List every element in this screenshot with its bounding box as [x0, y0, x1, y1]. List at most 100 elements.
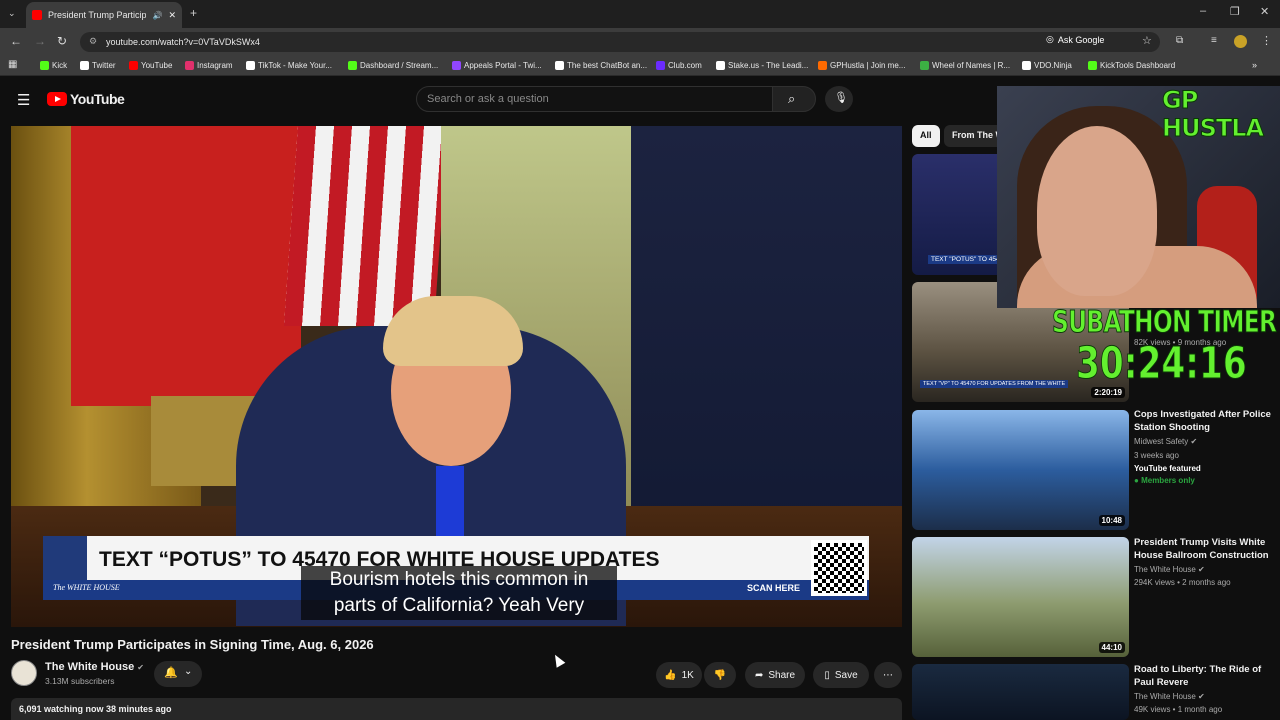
video-caption: Bourism hotels this common in parts of C…	[301, 566, 617, 620]
like-count: 1K	[681, 669, 694, 681]
chip-all[interactable]: All	[912, 125, 940, 147]
forward-arrow-icon[interactable]: →	[34, 34, 46, 48]
new-tab-button[interactable]: +	[190, 6, 197, 20]
bookmarks-overflow-icon[interactable]: »	[1252, 60, 1257, 70]
bookmark-item[interactable]: KickTools Dashboard	[1088, 61, 1175, 70]
bookmark-favicon-icon	[656, 61, 665, 70]
members-only-label: Members only	[1141, 476, 1195, 485]
bookmark-item[interactable]: Appeals Portal - Twi...	[452, 61, 542, 70]
bookmark-star-icon[interactable]: ☆	[1142, 34, 1152, 47]
recommended-channel[interactable]: The White House ✔	[1134, 692, 1205, 701]
profile-avatar[interactable]	[1234, 35, 1247, 48]
bookmark-label: VDO.Ninja	[1034, 61, 1072, 70]
thumbnail-banner-text: TEXT "VP" TO 45470 FOR UPDATES FROM THE …	[920, 380, 1069, 388]
channel-name-text: The White House	[45, 661, 135, 673]
subscriber-count: 3.13M subscribers	[45, 676, 115, 686]
extensions-puzzle-icon[interactable]: ⧉	[1176, 35, 1183, 46]
bookmark-item[interactable]: Club.com	[656, 61, 702, 70]
channel-name[interactable]: The White House ✔	[45, 661, 144, 673]
site-info-icon[interactable]: ⚙	[89, 36, 97, 47]
verified-icon: ✔	[1198, 565, 1205, 574]
bookmark-item[interactable]: YouTube	[129, 61, 172, 70]
recommended-title[interactable]: Cops Investigated After Police Station S…	[1134, 408, 1274, 434]
microphone-icon: 🎙	[834, 92, 848, 104]
window-close-button[interactable]: ✕	[1260, 5, 1269, 18]
bookmark-item[interactable]: Instagram	[185, 61, 233, 70]
address-bar[interactable]: ⚙ youtube.com/watch?v=0VTaVDkSWx4	[80, 32, 1160, 52]
bookmark-item[interactable]: VDO.Ninja	[1022, 61, 1072, 70]
bookmarks-bar: ▦ Kick Twitter YouTube Instagram TikTok …	[0, 56, 1280, 76]
bookmark-favicon-icon	[920, 61, 929, 70]
bookmark-item[interactable]: TikTok - Make Your...	[246, 61, 332, 70]
bell-icon: 🔔	[164, 667, 178, 679]
recommended-title[interactable]: President Trump Visits White House Ballr…	[1134, 536, 1274, 562]
speaker-icon[interactable]: 🔊	[152, 11, 162, 20]
banner-brand: The WHITE HOUSE	[53, 583, 120, 592]
bookmark-favicon-icon	[1022, 61, 1031, 70]
bookmark-favicon-icon	[40, 61, 49, 70]
tab-close-icon[interactable]: ✕	[168, 10, 176, 21]
video-duration: 10:48	[1098, 515, 1125, 526]
bookmark-item[interactable]: Kick	[40, 61, 67, 70]
voice-search-button[interactable]: 🎙	[825, 86, 853, 112]
save-button[interactable]: ▯ Save	[813, 662, 869, 688]
ask-google-button[interactable]: ◎ Ask Google	[1046, 34, 1104, 45]
recommended-channel[interactable]: The White House ✔	[1134, 565, 1205, 574]
bookmark-item[interactable]: Twitter	[80, 61, 116, 70]
share-label: Share	[768, 669, 796, 681]
minimize-button[interactable]: –	[1200, 5, 1206, 17]
thumbnail-banner-text: TEXT "POTUS" TO 454	[928, 255, 1003, 264]
streamer-webcam-overlay: GP HUSTLA	[997, 86, 1280, 308]
bookmark-item[interactable]: Wheel of Names | R...	[920, 61, 1010, 70]
search-button[interactable]: ⌕	[772, 86, 816, 112]
apps-grid-icon[interactable]: ▦	[8, 59, 17, 70]
bookmark-item[interactable]: GPHustla | Join me...	[818, 61, 905, 70]
browser-tab-active[interactable]: President Trump Participate 🔊 ✕	[26, 2, 182, 28]
hamburger-menu-icon[interactable]: ☰	[17, 91, 30, 109]
search-input[interactable]: Search or ask a question	[416, 86, 773, 112]
bookmark-label: Wheel of Names | R...	[932, 61, 1011, 70]
streamer-name: GP HUSTLA	[1162, 86, 1265, 143]
recommended-channel-name: The White House	[1134, 565, 1196, 574]
bookmark-favicon-icon	[348, 61, 357, 70]
verified-icon: ✔	[137, 663, 144, 672]
dislike-button[interactable]: 👎	[704, 662, 736, 688]
youtube-favicon-icon	[32, 10, 42, 20]
bookmark-label: Club.com	[668, 61, 702, 70]
media-controls-icon[interactable]: ≡	[1211, 35, 1217, 46]
recommended-channel-name: The White House	[1134, 692, 1196, 701]
bookmark-favicon-icon	[555, 61, 564, 70]
bookmark-item[interactable]: Stake.us - The Leadi...	[716, 61, 808, 70]
url-text: youtube.com/watch?v=0VTaVDkSWx4	[106, 37, 260, 47]
bookmark-label: Stake.us - The Leadi...	[728, 61, 809, 70]
caption-line-2: parts of California? Yeah Very	[333, 595, 585, 616]
recommended-thumbnail[interactable]: 10:48	[912, 410, 1129, 530]
video-description-box[interactable]: 6,091 watching now 38 minutes ago	[11, 698, 902, 720]
subscription-bell-button[interactable]: 🔔 ⌄	[154, 661, 202, 687]
browser-menu-icon[interactable]: ⋮	[1261, 34, 1272, 47]
more-actions-button[interactable]: ⋯	[874, 662, 902, 688]
recommended-thumbnail[interactable]: 44:10	[912, 537, 1129, 657]
bookmark-favicon-icon	[185, 61, 194, 70]
chevron-down-icon: ⌄	[184, 666, 193, 677]
back-arrow-icon[interactable]: ←	[10, 34, 22, 48]
restore-button[interactable]: ❐	[1230, 5, 1240, 18]
channel-avatar[interactable]	[11, 660, 37, 686]
recommended-channel-name: Midwest Safety	[1134, 437, 1189, 446]
youtube-logo[interactable]: YouTube	[47, 91, 125, 107]
tab-search-icon[interactable]: ⌄	[8, 8, 16, 19]
reload-icon[interactable]: ↻	[57, 34, 67, 48]
members-only-badge: ● Members only	[1134, 476, 1195, 485]
share-button[interactable]: ➦ Share	[745, 662, 805, 688]
video-player[interactable]: TEXT “POTUS” TO 45470 FOR WHITE HOUSE UP…	[11, 126, 902, 627]
recommended-thumbnail[interactable]	[912, 664, 1129, 720]
recommended-title[interactable]: Road to Liberty: The Ride of Paul Revere	[1134, 663, 1274, 689]
recommended-channel[interactable]: Midwest Safety ✔	[1134, 437, 1197, 446]
bookmark-label: Kick	[52, 61, 68, 70]
recommended-stats: 294K views • 2 months ago	[1134, 578, 1231, 587]
like-button[interactable]: 👍 1K	[656, 662, 702, 688]
bookmark-favicon-icon	[716, 61, 725, 70]
bookmark-item[interactable]: Dashboard / Stream...	[348, 61, 438, 70]
bookmark-item[interactable]: The best ChatBot an...	[555, 61, 647, 70]
video-flag	[71, 126, 301, 406]
